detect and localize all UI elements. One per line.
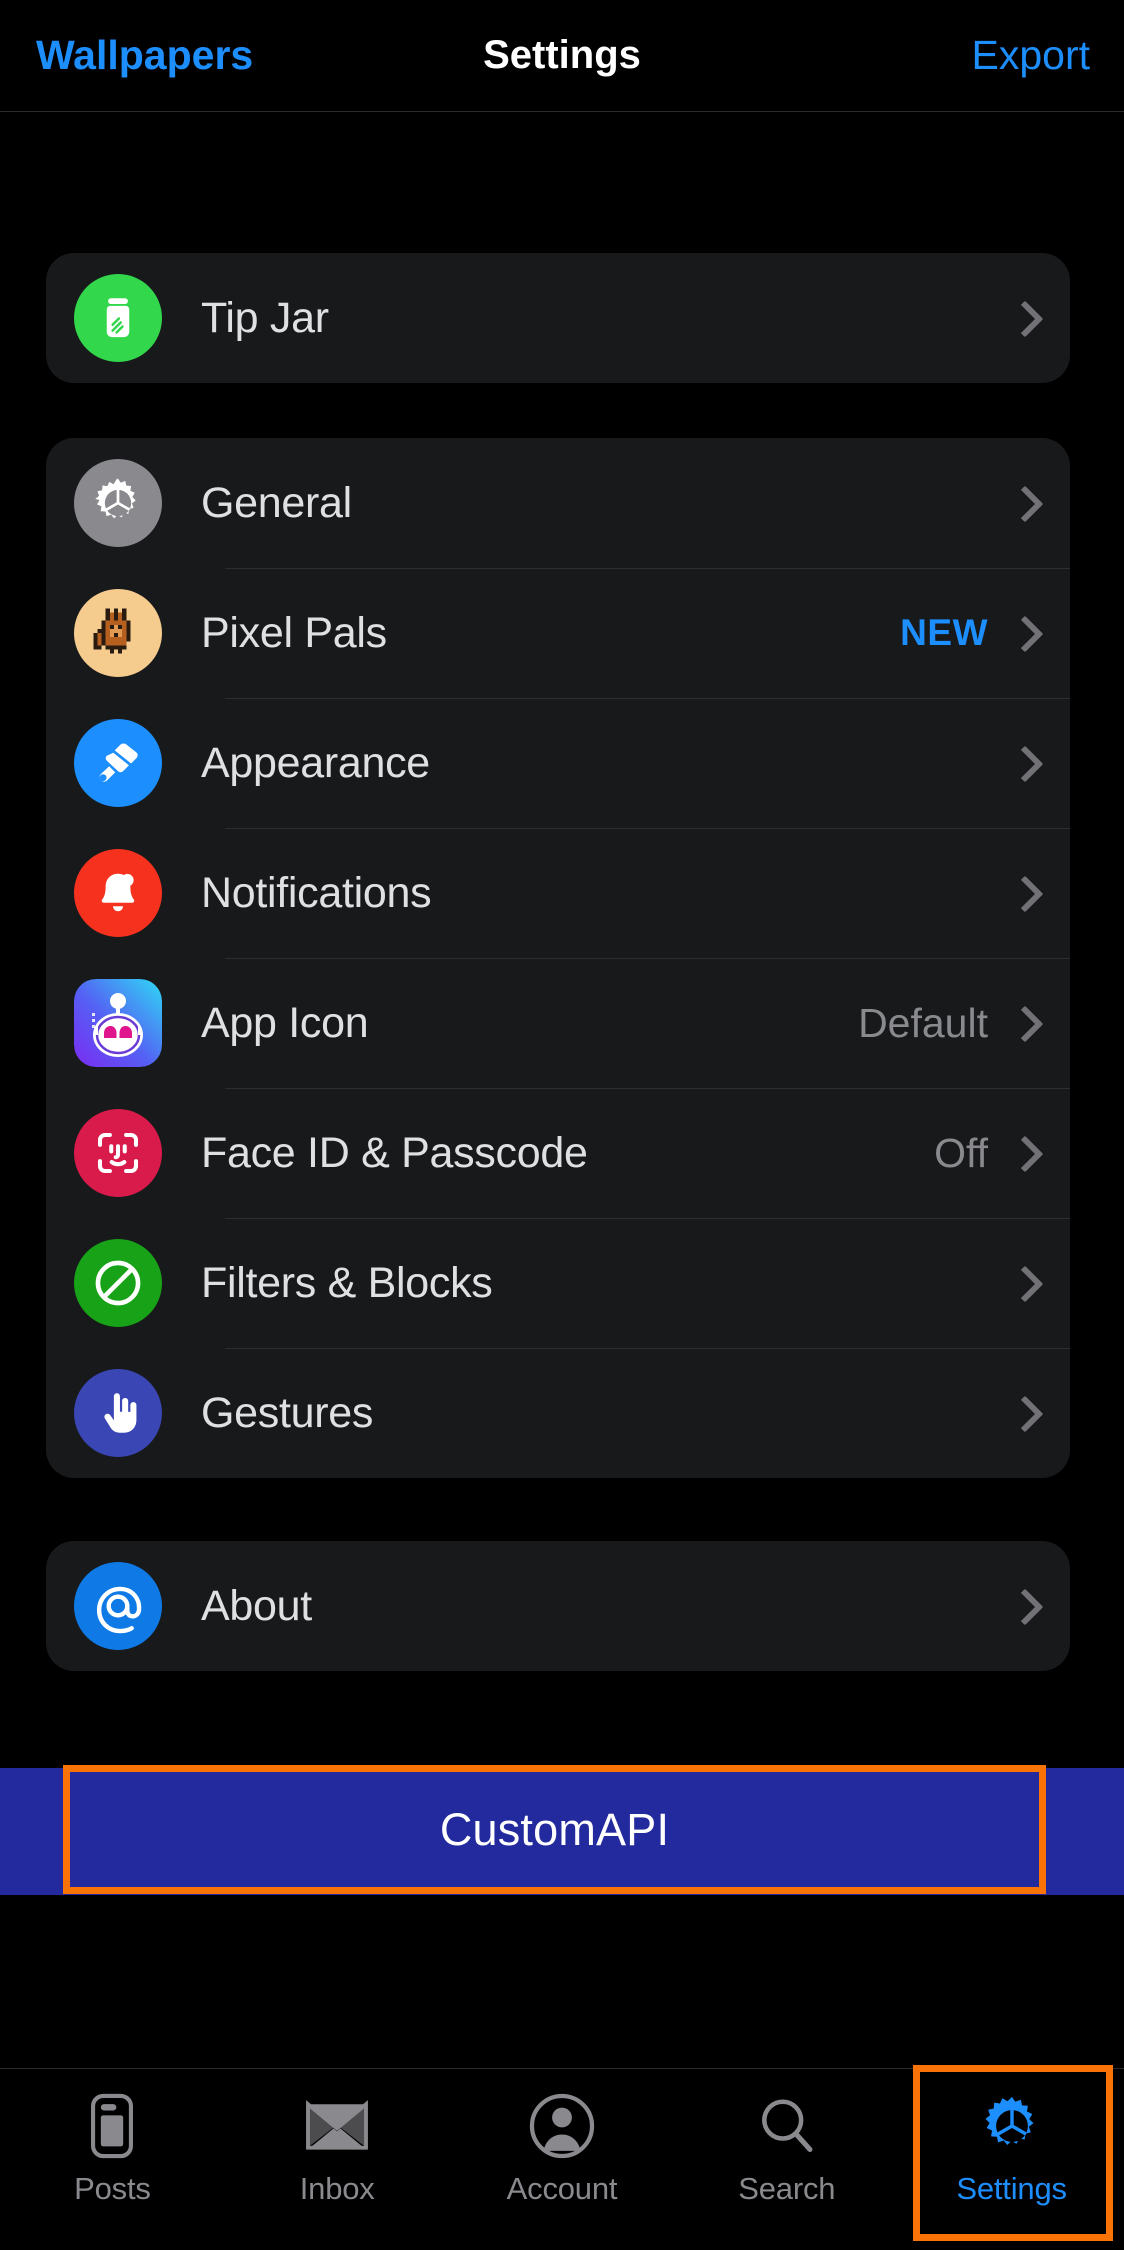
tab-label: Inbox xyxy=(299,2171,375,2206)
chevron-right-icon xyxy=(1010,1585,1036,1627)
hand-pointer-icon xyxy=(74,1369,162,1457)
settings-row-label: Gestures xyxy=(201,1388,374,1437)
tab-label: Settings xyxy=(956,2171,1067,2206)
posts-card-icon xyxy=(73,2087,151,2165)
new-badge: NEW xyxy=(900,612,988,653)
settings-row-face-id-passcode[interactable]: Face ID & Passcode Off xyxy=(46,1088,1070,1218)
custom-api-banner: CustomAPI xyxy=(0,1765,1124,1895)
chevron-right-icon xyxy=(1010,297,1036,339)
settings-row-appearance[interactable]: Appearance xyxy=(46,698,1070,828)
page-title: Settings xyxy=(483,33,641,77)
bell-icon xyxy=(74,849,162,937)
settings-row-gestures[interactable]: Gestures xyxy=(46,1348,1070,1478)
tab-account[interactable]: Account xyxy=(450,2069,675,2250)
chevron-right-icon xyxy=(1010,1392,1036,1434)
tab-posts[interactable]: Posts xyxy=(0,2069,225,2250)
tab-search[interactable]: Search xyxy=(674,2069,899,2250)
magnifier-icon xyxy=(748,2087,826,2165)
settings-row-value: Default xyxy=(858,999,988,1046)
chevron-right-icon xyxy=(1010,742,1036,784)
tab-bar: Posts Inbox Account Search Settings xyxy=(0,2065,1124,2250)
gear-icon xyxy=(973,2087,1051,2165)
chevron-right-icon xyxy=(1010,612,1036,654)
chevron-right-icon xyxy=(1010,1002,1036,1044)
settings-row-label: About xyxy=(201,1581,312,1630)
settings-row-tip-jar[interactable]: Tip Jar xyxy=(46,253,1070,383)
pixel-pet-icon xyxy=(74,589,162,677)
chevron-right-icon xyxy=(1010,1262,1036,1304)
custom-api-label: CustomAPI xyxy=(439,1803,670,1855)
chevron-right-icon xyxy=(1010,482,1036,524)
settings-row-label: Pixel Pals xyxy=(201,608,387,657)
navigation-bar: Wallpapers Settings Export xyxy=(0,0,1124,112)
settings-row-label: Filters & Blocks xyxy=(201,1258,493,1307)
about-section: About xyxy=(46,1541,1070,1671)
settings-row-app-icon[interactable]: App Icon Default xyxy=(46,958,1070,1088)
settings-row-general[interactable]: General xyxy=(46,438,1070,568)
no-entry-icon xyxy=(74,1239,162,1327)
chevron-right-icon xyxy=(1010,872,1036,914)
settings-row-label: General xyxy=(201,478,352,527)
person-circle-icon xyxy=(523,2087,601,2165)
main-settings-section: General Pixel Pals NEW Appearance Notifi… xyxy=(46,438,1070,1478)
export-button[interactable]: Export xyxy=(972,32,1091,79)
settings-row-filters-blocks[interactable]: Filters & Blocks xyxy=(46,1218,1070,1348)
custom-api-button[interactable]: CustomAPI xyxy=(63,1765,1046,1894)
tab-inbox[interactable]: Inbox xyxy=(225,2069,450,2250)
settings-row-value: Off xyxy=(934,1129,988,1176)
at-sign-icon xyxy=(74,1562,162,1650)
faceid-icon xyxy=(74,1109,162,1197)
settings-row-pixel-pals[interactable]: Pixel Pals NEW xyxy=(46,568,1070,698)
robot-app-icon xyxy=(74,979,162,1067)
chevron-right-icon xyxy=(1010,1132,1036,1174)
settings-row-about[interactable]: About xyxy=(46,1541,1070,1671)
tip-jar-section: Tip Jar xyxy=(46,253,1070,383)
paintbrush-icon xyxy=(74,719,162,807)
tab-label: Account xyxy=(506,2171,618,2206)
tab-label: Search xyxy=(738,2171,836,2206)
settings-scroll-area[interactable]: Tip Jar General Pixel Pals NEW Appearanc… xyxy=(0,113,1124,2250)
envelope-icon xyxy=(298,2087,376,2165)
settings-row-label: Face ID & Passcode xyxy=(201,1128,588,1177)
settings-row-label: Appearance xyxy=(201,738,430,787)
settings-row-label: Notifications xyxy=(201,868,432,917)
settings-row-label: App Icon xyxy=(201,998,369,1047)
gear-icon xyxy=(74,459,162,547)
tab-settings[interactable]: Settings xyxy=(899,2065,1124,2250)
jar-icon xyxy=(74,274,162,362)
settings-row-notifications[interactable]: Notifications xyxy=(46,828,1070,958)
settings-row-label: Tip Jar xyxy=(201,293,329,342)
tab-label: Posts xyxy=(74,2171,151,2206)
